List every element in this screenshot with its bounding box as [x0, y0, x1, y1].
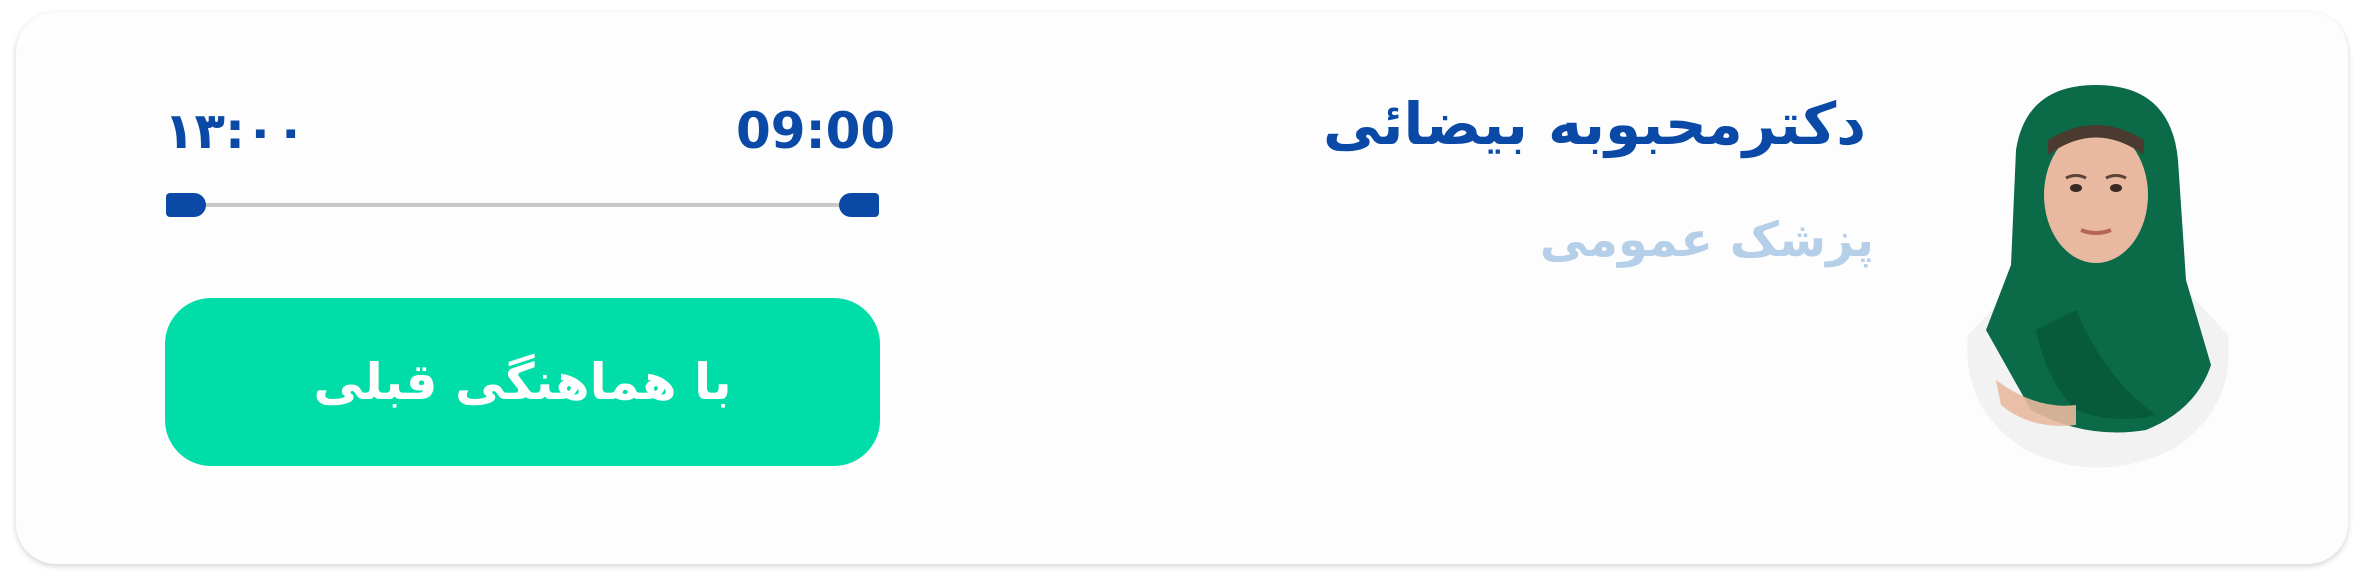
time-range-start-marker — [839, 193, 879, 217]
time-range-bar — [166, 190, 879, 220]
time-range-track — [186, 203, 859, 207]
doctor-name: دکترمحبوبه بیضائی — [1323, 90, 1866, 158]
time-range-end-marker — [166, 193, 206, 217]
start-time: 09:00 — [736, 102, 896, 160]
end-time: ۱۳:۰۰ — [164, 102, 307, 160]
doctor-avatar — [1967, 85, 2229, 468]
doctor-specialty: پزشک عمومی — [1539, 212, 1874, 268]
appointment-button[interactable]: با هماهنگی قبلی — [165, 298, 880, 466]
doctor-card: دکترمحبوبه بیضائی پزشک عمومی 09:00 ۱۳:۰۰… — [16, 12, 2348, 564]
